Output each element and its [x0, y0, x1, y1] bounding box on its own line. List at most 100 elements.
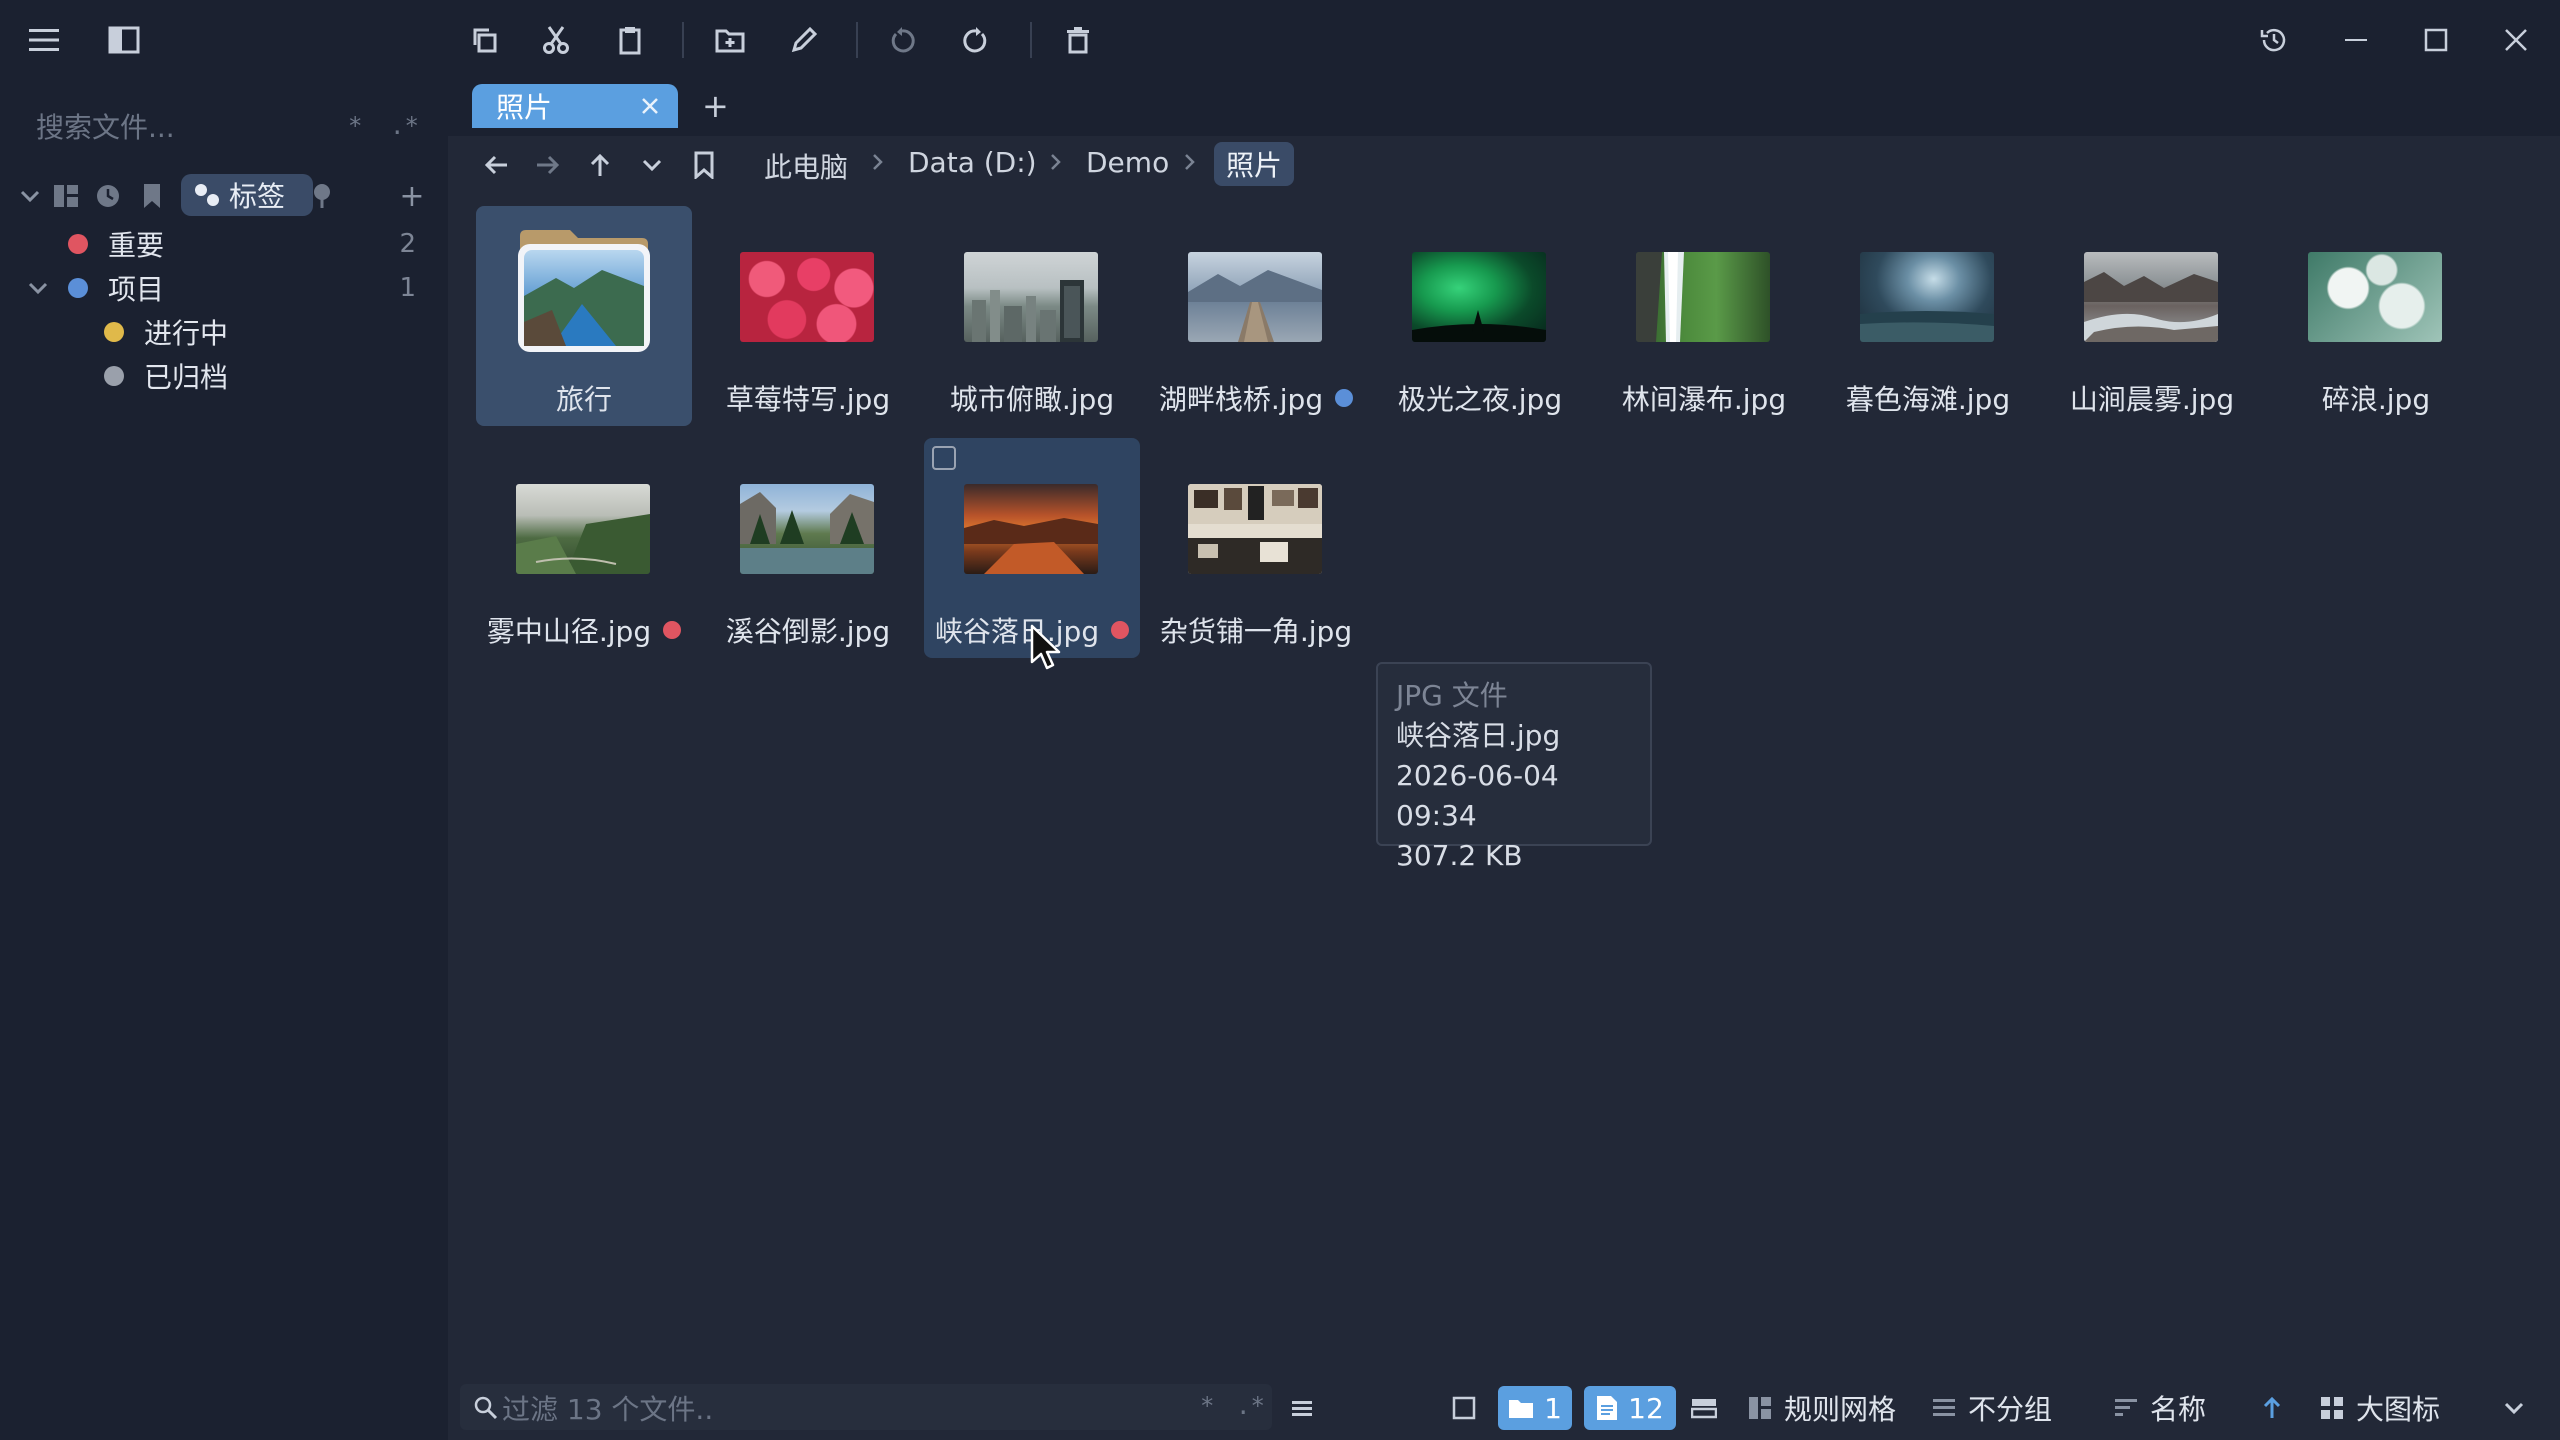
folder-icon — [1509, 1400, 1534, 1418]
file-item[interactable]: 山涧晨雾.jpg — [2044, 206, 2260, 426]
group-by-label: 不分组 — [1968, 1393, 2053, 1426]
add-tag-button[interactable]: + — [398, 179, 426, 214]
tab-tags[interactable]: 标签 — [181, 174, 313, 216]
file-item[interactable]: 林间瀑布.jpg — [1596, 206, 1812, 426]
filter-input-container: 过滤 13 个文件.. * .* — [460, 1384, 1272, 1430]
layout-mode-button[interactable]: 规则网格 — [1748, 1388, 1896, 1428]
file-item[interactable]: 湖畔栈桥.jpg — [1148, 206, 1364, 426]
tab-recent-icon[interactable] — [94, 182, 122, 210]
new-tab-button[interactable]: + — [652, 84, 908, 128]
view-mode-button[interactable]: 大图标 — [2320, 1388, 2440, 1428]
tag-count: 1 — [399, 273, 416, 303]
file-item[interactable]: 极光之夜.jpg — [1372, 206, 1588, 426]
file-name: 林间瀑布.jpg — [1621, 383, 1787, 416]
history-icon[interactable] — [2254, 20, 2294, 60]
back-icon[interactable] — [478, 148, 514, 182]
close-window-icon[interactable] — [2496, 20, 2536, 60]
file-name: 溪谷倒影.jpg — [725, 615, 891, 648]
thumbnail-image — [1412, 252, 1546, 342]
file-item[interactable]: 杂货铺一角.jpg — [1148, 438, 1364, 658]
recent-locations-chevron-icon[interactable] — [634, 148, 670, 182]
tag-dot-red — [663, 621, 682, 639]
sidebar-search-input[interactable]: 搜索文件... — [36, 106, 175, 146]
thumbnail-image — [516, 484, 650, 574]
large-icons-view-icon — [2321, 1397, 2343, 1419]
breadcrumb-item[interactable]: Data (D:) — [908, 146, 1037, 179]
view-mode-chevron-icon[interactable] — [2496, 1390, 2532, 1426]
sort-direction-ascending-icon[interactable] — [2256, 1390, 2288, 1426]
tab-photos[interactable]: 照片 — [472, 84, 678, 128]
file-name: 碎浪.jpg — [2321, 383, 2431, 416]
search-wildcard-toggle[interactable]: * — [348, 112, 362, 140]
tag-item-in-progress[interactable]: 进行中 — [0, 310, 448, 354]
breadcrumb-current[interactable]: 照片 — [1214, 142, 1295, 186]
thumbnail-image — [964, 484, 1098, 574]
collapse-chevron-icon[interactable] — [16, 182, 44, 210]
breadcrumb-item[interactable]: 此电脑 — [764, 146, 848, 186]
chevron-right-icon — [1185, 154, 1195, 170]
rename-icon[interactable] — [786, 22, 822, 58]
filter-wildcard-toggle[interactable]: * — [1200, 1392, 1214, 1420]
paste-icon[interactable] — [612, 22, 648, 58]
toggle-sidebar-icon[interactable] — [106, 22, 142, 58]
minimize-icon[interactable] — [2336, 20, 2376, 60]
main-area: 照片 + 此电脑 Data (D:) Demo 照片 旅行 草莓特写.jpg 城… — [448, 0, 2560, 1440]
file-icon — [1597, 1396, 1618, 1420]
thumbnail-image — [1188, 252, 1322, 342]
maximize-icon[interactable] — [2416, 20, 2456, 60]
group-by-button[interactable]: 不分组 — [1932, 1388, 2052, 1428]
breadcrumb-item[interactable]: Demo — [1086, 146, 1169, 179]
delete-icon[interactable] — [1060, 22, 1096, 58]
filter-regex-toggle[interactable]: .* — [1236, 1392, 1265, 1420]
file-item-folder[interactable]: 旅行 — [476, 206, 692, 426]
file-name: 极光之夜.jpg — [1397, 383, 1563, 416]
bookmark-icon[interactable] — [686, 148, 722, 182]
file-item[interactable]: 暮色海滩.jpg — [1820, 206, 2036, 426]
select-all-icon[interactable] — [1446, 1390, 1482, 1426]
folder-filter-toggle[interactable]: 1 — [1498, 1386, 1572, 1430]
tab-pins-icon[interactable] — [308, 182, 336, 210]
tags-icon — [195, 184, 219, 206]
tag-item-archived[interactable]: 已归档 — [0, 354, 448, 398]
file-item[interactable]: 碎浪.jpg — [2268, 206, 2484, 426]
search-regex-toggle[interactable]: .* — [390, 112, 419, 140]
tab-tags-label: 标签 — [229, 180, 286, 213]
tag-item-important[interactable]: 重要 2 — [0, 222, 448, 266]
tab-places-icon[interactable] — [52, 182, 80, 210]
copy-icon[interactable] — [466, 22, 502, 58]
tag-label: 已归档 — [144, 361, 229, 394]
menu-icon[interactable] — [24, 22, 64, 58]
tab-bookmarks-icon[interactable] — [138, 182, 166, 210]
tag-item-project[interactable]: 项目 1 — [0, 266, 448, 310]
forward-icon[interactable] — [530, 148, 566, 182]
file-item[interactable]: 雾中山径.jpg — [476, 438, 692, 658]
list-options-icon[interactable] — [1284, 1390, 1320, 1426]
up-icon[interactable] — [582, 148, 618, 182]
view-mode-label: 大图标 — [2356, 1393, 2441, 1426]
expand-chevron-icon[interactable] — [28, 281, 48, 295]
tag-label: 重要 — [108, 229, 165, 262]
sort-by-button[interactable]: 名称 — [2114, 1388, 2206, 1428]
sort-icon — [2115, 1399, 2137, 1416]
group-icon — [1933, 1399, 1955, 1416]
file-item[interactable]: 溪谷倒影.jpg — [700, 438, 916, 658]
thumbnail-image — [2308, 252, 2442, 342]
tag-dot-blue — [1335, 389, 1354, 407]
file-item[interactable]: 城市俯瞰.jpg — [924, 206, 1140, 426]
file-name: 杂货铺一角.jpg — [1159, 615, 1353, 648]
file-name: 雾中山径.jpg — [476, 610, 692, 650]
thumbnail-image — [964, 252, 1098, 342]
undo-icon[interactable] — [884, 22, 920, 58]
select-checkbox[interactable] — [932, 446, 956, 470]
tooltip-type: JPG 文件 — [1396, 679, 1508, 712]
thumbnail-image — [1860, 252, 1994, 342]
file-item[interactable]: 草莓特写.jpg — [700, 206, 916, 426]
filter-input[interactable]: 过滤 13 个文件.. — [502, 1388, 713, 1428]
redo-icon[interactable] — [958, 22, 994, 58]
file-filter-toggle[interactable]: 12 — [1584, 1386, 1676, 1430]
cut-icon[interactable] — [538, 22, 574, 58]
file-name: 草莓特写.jpg — [725, 383, 891, 416]
tooltip-size: 307.2 KB — [1396, 839, 1523, 872]
new-folder-icon[interactable] — [712, 22, 748, 58]
preview-pane-icon[interactable] — [1686, 1390, 1722, 1426]
